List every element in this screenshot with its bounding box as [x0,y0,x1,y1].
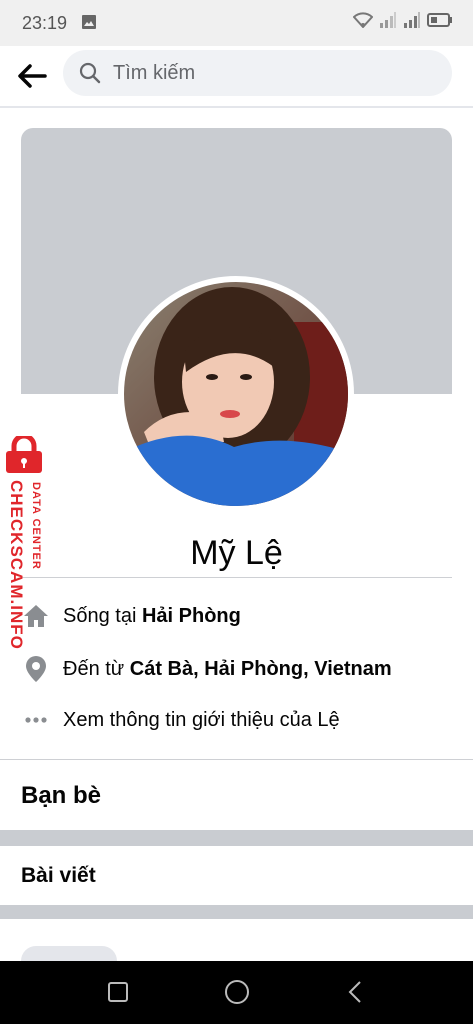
status-time: 23:19 [22,13,68,33]
from-place[interactable]: Cát Bà, Hải Phòng, Vietnam [130,658,392,681]
section-separator [0,830,473,846]
divider [21,577,452,578]
profile-name: Mỹ Lệ [190,534,283,572]
search-bar[interactable] [63,50,452,96]
about-link[interactable]: Xem thông tin giới thiệu của Lệ [63,709,340,732]
recents-button[interactable] [103,977,133,1007]
back-triangle-icon [348,981,361,1003]
lock-icon [4,433,44,479]
posts-section-title[interactable]: Bài viết [21,864,96,888]
lives-in-row: Sống tại Hải Phòng [21,596,461,636]
back-nav-button[interactable] [340,977,370,1007]
section-separator [0,905,473,919]
home-button[interactable] [222,977,252,1007]
status-bar: 23:19 [0,0,473,46]
image-icon [82,15,96,34]
from-row: Đến từ Cát Bà, Hải Phòng, Vietnam [21,649,461,689]
avatar[interactable] [124,282,348,506]
recents-icon [108,982,128,1002]
system-nav-bar [0,961,473,1024]
home-circle-icon [225,980,249,1004]
watermark-line1: DATA CENTER [30,482,42,570]
about-row[interactable]: Xem thông tin giới thiệu của Lệ [21,700,461,740]
battery-icon [427,13,453,32]
watermark-line2: CHECKSCAM.INFO [7,480,26,650]
from-prefix: Đến từ [63,657,130,680]
lives-in-city[interactable]: Hải Phòng [142,605,241,628]
top-bar [0,46,473,108]
divider [0,759,473,760]
more-dots-icon [21,716,51,724]
avatar-frame[interactable] [118,276,354,512]
search-input[interactable] [111,60,415,86]
search-icon [79,62,101,84]
wifi-icon [352,12,374,33]
lives-in-prefix: Sống tại [63,604,142,627]
signal-icon [379,12,397,33]
back-button[interactable] [12,56,52,96]
signal-icon [403,12,421,33]
back-arrow-icon [18,64,47,88]
friends-section-title[interactable]: Bạn bè [21,782,101,810]
watermark: DATA CENTER CHECKSCAM.INFO [4,433,50,666]
